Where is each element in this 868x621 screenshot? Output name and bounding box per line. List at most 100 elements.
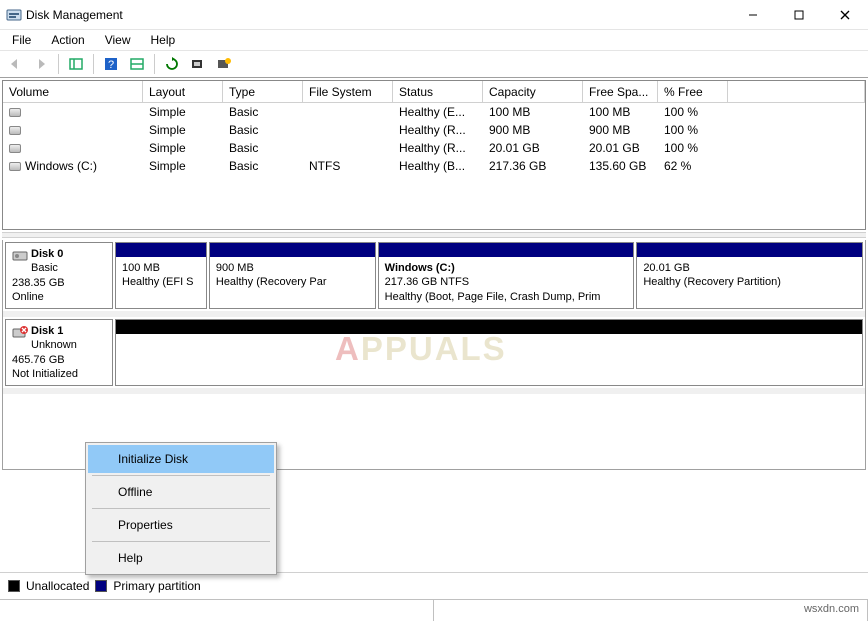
- disk-row: Disk 1 Unknown 465.76 GB Not Initialized: [3, 317, 865, 394]
- partition-status: Healthy (Recovery Par: [216, 276, 327, 288]
- volume-pct: 100 %: [658, 105, 728, 119]
- app-icon: [6, 7, 22, 23]
- disk-label[interactable]: Disk 1 Unknown 465.76 GB Not Initialized: [5, 319, 113, 386]
- partition-stripe: [116, 243, 206, 257]
- partition-stripe: [210, 243, 375, 257]
- volume-row[interactable]: Windows (C:)SimpleBasicNTFSHealthy (B...…: [3, 157, 865, 175]
- status-cell-1: [0, 600, 434, 621]
- col-type[interactable]: Type: [223, 81, 303, 102]
- titlebar: Disk Management: [0, 0, 868, 30]
- context-menu: Initialize Disk Offline Properties Help: [85, 442, 277, 575]
- settings-button[interactable]: [126, 53, 148, 75]
- disk-state: Not Initialized: [12, 368, 78, 380]
- volume-status: Healthy (R...: [393, 141, 483, 155]
- context-separator: [92, 541, 270, 542]
- splitter[interactable]: [2, 232, 866, 238]
- disk-size: 465.76 GB: [12, 354, 65, 366]
- disk-label[interactable]: Disk 0Basic238.35 GBOnline: [5, 242, 113, 309]
- minimize-button[interactable]: [730, 0, 776, 30]
- volume-type: Basic: [223, 159, 303, 173]
- col-capacity[interactable]: Capacity: [483, 81, 583, 102]
- partition-status: Healthy (Boot, Page File, Crash Dump, Pr…: [385, 291, 601, 303]
- disk-error-icon: [12, 324, 28, 340]
- status-cell-2: wsxdn.com: [434, 600, 868, 621]
- disk-graphical-view[interactable]: Disk 0Basic238.35 GBOnline100 MBHealthy …: [2, 240, 866, 470]
- col-status[interactable]: Status: [393, 81, 483, 102]
- volume-type: Basic: [223, 123, 303, 137]
- partition-area: [115, 319, 863, 386]
- maximize-button[interactable]: [776, 0, 822, 30]
- drive-icon: [9, 108, 21, 117]
- col-spacer: [728, 81, 865, 102]
- disk-type: Unknown: [31, 339, 77, 351]
- volume-pct: 62 %: [658, 159, 728, 173]
- legend-label-primary: Primary partition: [113, 579, 200, 593]
- legend: Unallocated Primary partition: [0, 572, 868, 599]
- col-filesystem[interactable]: File System: [303, 81, 393, 102]
- partition[interactable]: Windows (C:)217.36 GB NTFSHealthy (Boot,…: [378, 242, 635, 309]
- back-button[interactable]: [4, 53, 26, 75]
- volume-type: Basic: [223, 105, 303, 119]
- partition-size: 900 MB: [216, 262, 254, 274]
- statusbar: wsxdn.com: [0, 599, 868, 621]
- volume-capacity: 217.36 GB: [483, 159, 583, 173]
- context-initialize-disk[interactable]: Initialize Disk: [88, 445, 274, 473]
- partition[interactable]: 20.01 GBHealthy (Recovery Partition): [636, 242, 863, 309]
- menu-view[interactable]: View: [95, 31, 141, 49]
- volume-pct: 100 %: [658, 141, 728, 155]
- volume-status: Healthy (B...: [393, 159, 483, 173]
- col-pctfree[interactable]: % Free: [658, 81, 728, 102]
- volume-capacity: 100 MB: [483, 105, 583, 119]
- menu-help[interactable]: Help: [141, 31, 186, 49]
- disk-name: Disk 1: [31, 325, 63, 337]
- partition-status: Healthy (Recovery Partition): [643, 276, 781, 288]
- volume-layout: Simple: [143, 141, 223, 155]
- disk-type: Basic: [31, 262, 58, 274]
- legend-label-unallocated: Unallocated: [26, 579, 89, 593]
- help-button[interactable]: ?: [100, 53, 122, 75]
- forward-button[interactable]: [30, 53, 52, 75]
- volume-list-header: Volume Layout Type File System Status Ca…: [3, 81, 865, 103]
- col-layout[interactable]: Layout: [143, 81, 223, 102]
- context-separator: [92, 508, 270, 509]
- partition-stripe: [637, 243, 862, 257]
- disk-row: Disk 0Basic238.35 GBOnline100 MBHealthy …: [3, 240, 865, 317]
- legend-swatch-primary: [95, 580, 107, 592]
- volume-capacity: 900 MB: [483, 123, 583, 137]
- volume-row[interactable]: SimpleBasicHealthy (R...20.01 GB20.01 GB…: [3, 139, 865, 157]
- partition[interactable]: [115, 319, 863, 386]
- col-freespace[interactable]: Free Spa...: [583, 81, 658, 102]
- volume-free: 900 MB: [583, 123, 658, 137]
- volume-name: Windows (C:): [25, 159, 97, 173]
- refresh-button[interactable]: [161, 53, 183, 75]
- partition-status: Healthy (EFI S: [122, 276, 194, 288]
- drive-icon: [9, 162, 21, 171]
- context-properties[interactable]: Properties: [88, 511, 274, 539]
- partition-title: Windows (C:): [385, 262, 455, 274]
- volume-free: 100 MB: [583, 105, 658, 119]
- rescan-button[interactable]: [187, 53, 209, 75]
- col-volume[interactable]: Volume: [3, 81, 143, 102]
- close-button[interactable]: [822, 0, 868, 30]
- partition[interactable]: 100 MBHealthy (EFI S: [115, 242, 207, 309]
- toolbar-separator: [58, 54, 59, 74]
- show-hide-button[interactable]: [65, 53, 87, 75]
- menu-action[interactable]: Action: [41, 31, 94, 49]
- toolbar-separator: [154, 54, 155, 74]
- partition-stripe: [379, 243, 634, 257]
- action-button[interactable]: [213, 53, 235, 75]
- toolbar: ?: [0, 50, 868, 78]
- context-offline[interactable]: Offline: [88, 478, 274, 506]
- disk-name: Disk 0: [31, 248, 63, 260]
- menu-file[interactable]: File: [2, 31, 41, 49]
- menubar: File Action View Help: [0, 30, 868, 50]
- volume-layout: Simple: [143, 159, 223, 173]
- volume-status: Healthy (R...: [393, 123, 483, 137]
- context-help[interactable]: Help: [88, 544, 274, 572]
- disk-state: Online: [12, 291, 44, 303]
- volume-row[interactable]: SimpleBasicHealthy (E...100 MB100 MB100 …: [3, 103, 865, 121]
- partition[interactable]: 900 MB Healthy (Recovery Par: [209, 242, 376, 309]
- volume-row[interactable]: SimpleBasicHealthy (R...900 MB900 MB100 …: [3, 121, 865, 139]
- volume-list[interactable]: Volume Layout Type File System Status Ca…: [2, 80, 866, 230]
- disk-icon: [12, 247, 28, 263]
